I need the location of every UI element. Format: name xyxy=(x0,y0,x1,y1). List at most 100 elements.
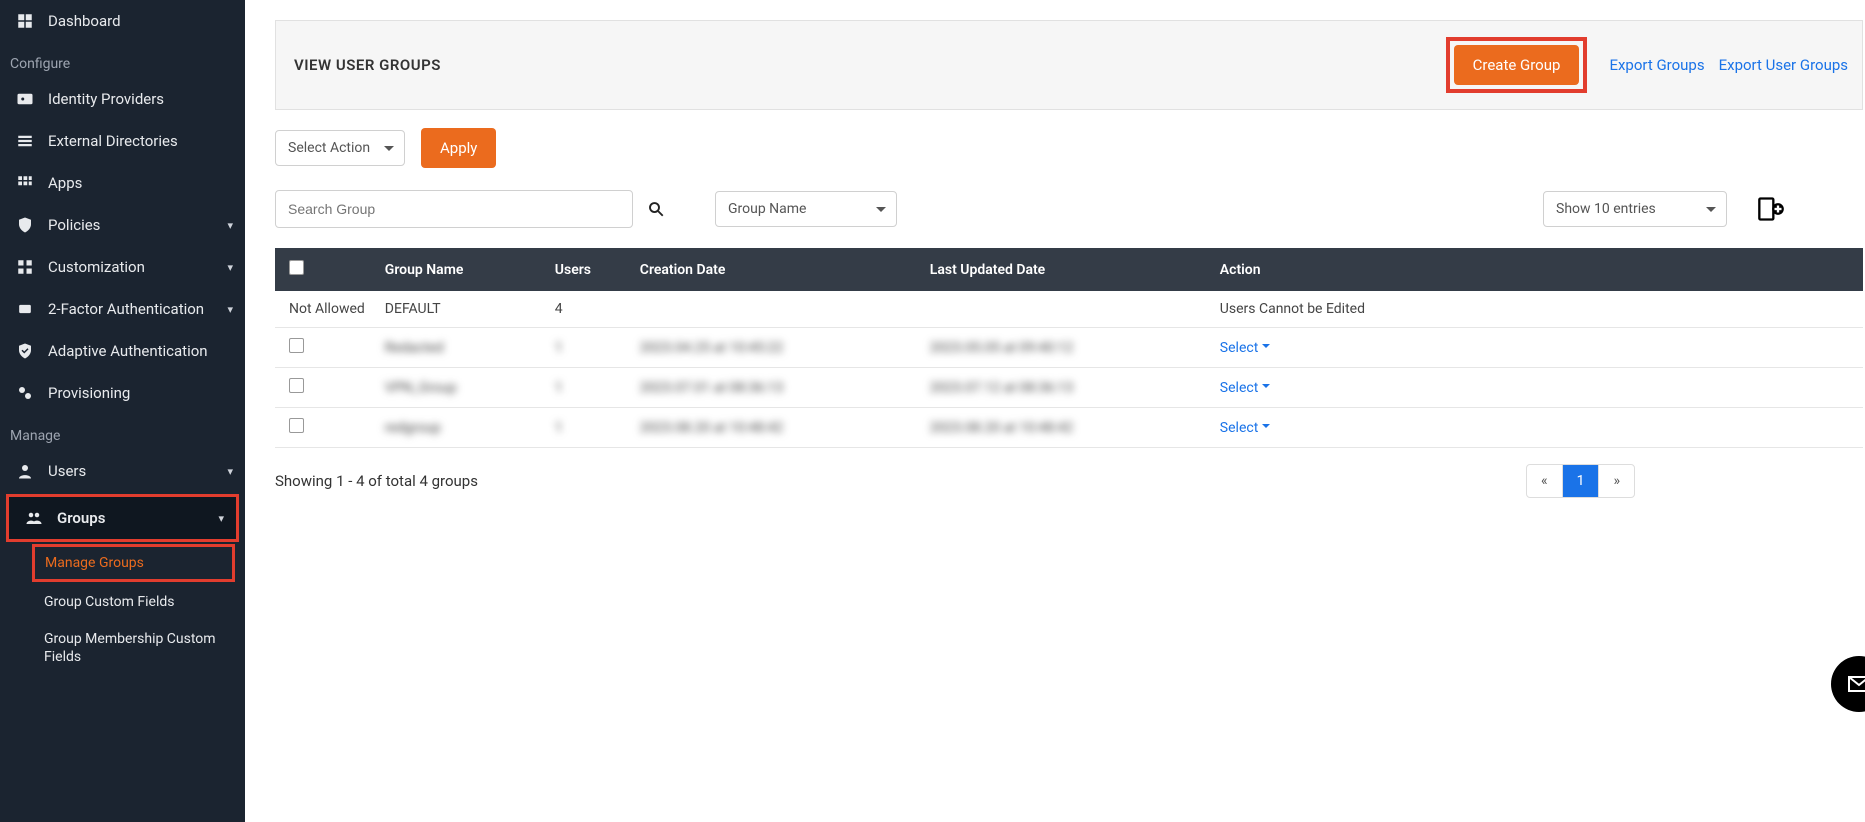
label: Adaptive Authentication xyxy=(48,342,233,360)
search-icon[interactable] xyxy=(647,200,665,218)
groups-table: Group Name Users Creation Date Last Upda… xyxy=(275,248,1863,448)
cell-group-name: DEFAULT xyxy=(375,291,545,328)
shield-check-icon xyxy=(14,340,36,362)
sidebar-item-users[interactable]: Users ▾ xyxy=(0,450,245,492)
cell-users: 1 xyxy=(545,368,630,408)
chevron-down-icon: ▾ xyxy=(227,303,233,316)
sidebar-subitem-group-membership-custom-fields[interactable]: Group Membership Custom Fields xyxy=(0,620,245,676)
add-column-icon[interactable] xyxy=(1757,195,1785,223)
cell-group-name: Redacted xyxy=(375,328,545,368)
sidebar-item-customization[interactable]: Customization ▾ xyxy=(0,246,245,288)
cell-users[interactable]: 4 xyxy=(545,291,630,328)
row-checkbox[interactable] xyxy=(289,418,304,433)
showing-text: Showing 1 - 4 of total 4 groups xyxy=(275,472,478,490)
chevron-down-icon: ▾ xyxy=(218,512,224,525)
row-action-select[interactable]: Select xyxy=(1220,380,1270,396)
list-icon xyxy=(14,130,36,152)
cell-action: Select xyxy=(1210,408,1863,448)
cell-last-updated: 2023.07.12 at 08:36:13 xyxy=(920,368,1210,408)
cell-users: 1 xyxy=(545,408,630,448)
label: 2-Factor Authentication xyxy=(48,300,227,318)
pager-prev[interactable]: « xyxy=(1527,465,1563,497)
row-action-select[interactable]: Select xyxy=(1220,340,1270,356)
cell-action: Users Cannot be Edited xyxy=(1210,291,1863,328)
table-row: redgroup12023.08.20 at 10:48:422023.08.2… xyxy=(275,408,1863,448)
sidebar-item-policies[interactable]: Policies ▾ xyxy=(0,204,245,246)
cell-group-name: redgroup xyxy=(375,408,545,448)
col-users: Users xyxy=(545,248,630,291)
search-input[interactable] xyxy=(275,190,633,228)
sidebar: Dashboard Configure Identity Providers E… xyxy=(0,0,245,822)
provisioning-icon xyxy=(14,382,36,404)
chevron-down-icon: ▾ xyxy=(227,219,233,232)
toolbar-row: Select Action Apply xyxy=(275,110,1865,168)
col-group-name: Group Name xyxy=(375,248,545,291)
label: Policies xyxy=(48,216,227,234)
sidebar-subitem-group-custom-fields[interactable]: Group Custom Fields xyxy=(0,584,245,620)
sidebar-item-two-factor[interactable]: 2-Factor Authentication ▾ xyxy=(0,288,245,330)
chevron-down-icon: ▾ xyxy=(227,465,233,478)
cell-creation-date: 2023.07.01 at 08:36:13 xyxy=(630,368,920,408)
cell-action: Select xyxy=(1210,368,1863,408)
show-entries-dropdown[interactable]: Show 10 entries xyxy=(1543,191,1727,227)
row-checkbox-disabled: Not Allowed xyxy=(275,291,375,328)
table-row: Redacted12023.04.25 at 10:45:222023.05.0… xyxy=(275,328,1863,368)
select-action-dropdown[interactable]: Select Action xyxy=(275,130,405,166)
cell-last-updated: 2023.08.20 at 10:48:42 xyxy=(920,408,1210,448)
sidebar-item-apps[interactable]: Apps xyxy=(0,162,245,204)
table-row: VPN_Group12023.07.01 at 08:36:132023.07.… xyxy=(275,368,1863,408)
row-checkbox[interactable] xyxy=(289,378,304,393)
label: Users xyxy=(48,462,227,480)
mail-icon xyxy=(1847,672,1865,696)
col-action: Action xyxy=(1210,248,1863,291)
sidebar-item-identity-providers[interactable]: Identity Providers xyxy=(0,78,245,120)
export-groups-link[interactable]: Export Groups xyxy=(1609,56,1704,74)
sidebar-item-external-directories[interactable]: External Directories xyxy=(0,120,245,162)
two-factor-icon xyxy=(14,298,36,320)
sidebar-subitem-manage-groups[interactable]: Manage Groups xyxy=(32,544,235,582)
label: External Directories xyxy=(48,132,233,150)
select-all-checkbox[interactable] xyxy=(289,260,304,275)
cell-last-updated: 2023.05.05 at 09:40:12 xyxy=(920,328,1210,368)
cell-last-updated xyxy=(920,291,1210,328)
row-checkbox[interactable] xyxy=(289,338,304,353)
export-user-groups-link[interactable]: Export User Groups xyxy=(1719,56,1848,74)
sidebar-section-manage: Manage xyxy=(0,414,245,450)
col-last-updated: Last Updated Date xyxy=(920,248,1210,291)
label: Apps xyxy=(48,174,233,192)
cell-action: Select xyxy=(1210,328,1863,368)
cell-creation-date: 2023.08.20 at 10:48:42 xyxy=(630,408,920,448)
palette-icon xyxy=(14,256,36,278)
filter-field-dropdown[interactable]: Group Name xyxy=(715,191,897,227)
table-header-row: Group Name Users Creation Date Last Upda… xyxy=(275,248,1863,291)
main-content: VIEW USER GROUPS Create Group Export Gro… xyxy=(245,0,1865,822)
cell-group-name: VPN_Group xyxy=(375,368,545,408)
sidebar-section-configure: Configure xyxy=(0,42,245,78)
row-action-select[interactable]: Select xyxy=(1220,420,1270,436)
pager-page-1[interactable]: 1 xyxy=(1563,465,1600,497)
label: Customization xyxy=(48,258,227,276)
pager-next[interactable]: » xyxy=(1599,465,1634,497)
pager: « 1 » xyxy=(1526,464,1635,498)
label: Provisioning xyxy=(48,384,233,402)
apply-button[interactable]: Apply xyxy=(421,128,496,168)
dashboard-icon xyxy=(14,10,36,32)
create-group-highlight: Create Group xyxy=(1446,37,1588,93)
cell-creation-date xyxy=(630,291,920,328)
create-group-button[interactable]: Create Group xyxy=(1454,45,1580,85)
id-card-icon xyxy=(14,88,36,110)
sidebar-item-adaptive-auth[interactable]: Adaptive Authentication xyxy=(0,330,245,372)
sidebar-item-dashboard[interactable]: Dashboard xyxy=(0,0,245,42)
table-footer: Showing 1 - 4 of total 4 groups « 1 » xyxy=(275,448,1865,498)
sidebar-item-groups[interactable]: Groups ▾ xyxy=(6,494,239,542)
label: Groups xyxy=(57,509,218,527)
cell-creation-date: 2023.04.25 at 10:45:22 xyxy=(630,328,920,368)
col-creation-date: Creation Date xyxy=(630,248,920,291)
sidebar-item-provisioning[interactable]: Provisioning xyxy=(0,372,245,414)
search-row: Group Name Show 10 entries xyxy=(275,168,1865,228)
chevron-down-icon: ▾ xyxy=(227,261,233,274)
page-title: VIEW USER GROUPS xyxy=(294,56,1446,74)
user-icon xyxy=(14,460,36,482)
shield-icon xyxy=(14,214,36,236)
table-row: Not AllowedDEFAULT4 Users Cannot be Edite… xyxy=(275,291,1863,328)
